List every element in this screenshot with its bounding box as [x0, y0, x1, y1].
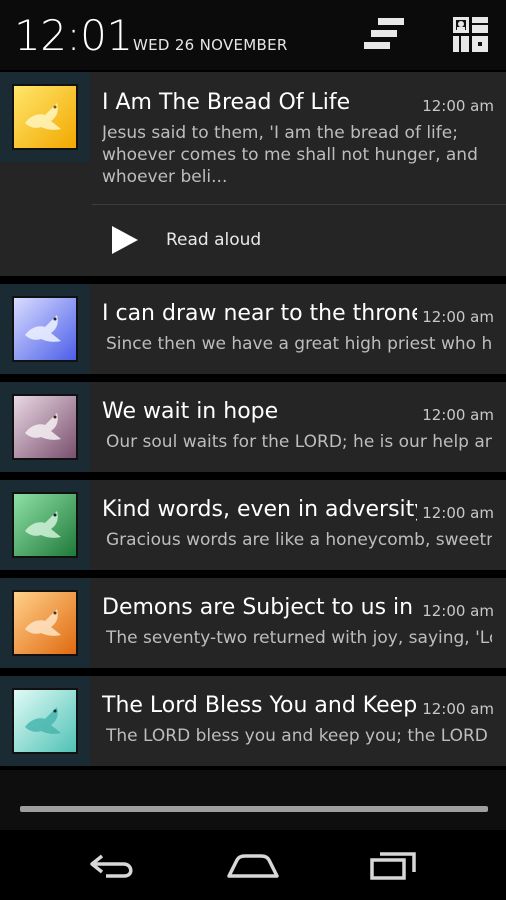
dove-icon	[25, 315, 61, 342]
notification-time: 12:00 am	[422, 406, 494, 424]
recents-icon	[370, 852, 416, 880]
notification-time: 12:00 am	[422, 97, 494, 115]
notification-body: Gracious words are like a honeycomb, swe…	[106, 530, 492, 550]
notification-icon-column	[0, 480, 90, 570]
recents-button[interactable]	[364, 846, 424, 886]
clear-all-button[interactable]	[358, 14, 406, 58]
dove-icon	[25, 103, 61, 130]
notification-body: Jesus said to them, 'I am the bread of l…	[102, 123, 478, 187]
back-button[interactable]	[82, 846, 142, 886]
home-icon	[227, 854, 279, 878]
notification-item[interactable]: Kind words, even in adversity 12:00 am G…	[0, 480, 506, 570]
clock: 12:01	[14, 11, 133, 60]
quick-settings-icon	[453, 17, 488, 52]
notification-thumbnail	[12, 492, 78, 558]
notification-time: 12:00 am	[422, 700, 494, 718]
notification-title: Demons are Subject to us in	[102, 595, 414, 620]
notification-title: We wait in hope	[102, 399, 279, 424]
notification-body: The seventy-two returned with joy, sayin…	[106, 628, 492, 648]
notification-time: 12:00 am	[422, 602, 494, 620]
notification-title: I Am The Bread Of Life	[102, 90, 351, 115]
notification-icon-column	[0, 284, 90, 374]
notification-thumbnail	[12, 84, 78, 150]
notification-thumbnail	[12, 394, 78, 460]
notification-time: 12:00 am	[422, 308, 494, 326]
notification-icon-column	[0, 578, 90, 668]
notification-title: The Lord Bless You and Keep	[102, 693, 417, 718]
notification-body: Our soul waits for the LORD; he is our h…	[106, 432, 492, 452]
notification-title: I can draw near to the throne	[102, 301, 417, 326]
notification-item[interactable]: Demons are Subject to us in 12:00 am The…	[0, 578, 506, 668]
dove-icon	[25, 609, 61, 636]
play-icon	[112, 226, 138, 254]
notification-thumbnail	[12, 296, 78, 362]
notification-icon-column	[0, 382, 90, 472]
back-icon	[90, 854, 133, 878]
shade-bottom	[0, 770, 506, 830]
notification-body: Since then we have a great high priest w…	[106, 334, 492, 354]
read-aloud-action[interactable]: Read aloud	[96, 218, 396, 262]
notification-item[interactable]: The Lord Bless You and Keep 12:00 am The…	[0, 676, 506, 766]
quick-settings-button[interactable]	[446, 14, 494, 58]
dove-icon	[25, 413, 61, 440]
action-divider	[92, 204, 506, 205]
notification-item[interactable]: I Am The Bread Of Life 12:00 am Jesus sa…	[0, 72, 506, 276]
date: WED 26 NOVEMBER	[133, 36, 288, 54]
notification-icon-column	[0, 72, 90, 162]
dove-icon	[25, 511, 61, 538]
notification-header: 12:01 WED 26 NOVEMBER	[0, 0, 506, 70]
notification-title: Kind words, even in adversity	[102, 497, 417, 522]
notification-icon-column	[0, 676, 90, 766]
notification-time: 12:00 am	[422, 504, 494, 522]
notification-body: The LORD bless you and keep you; the LOR…	[106, 726, 488, 746]
notification-thumbnail	[12, 590, 78, 656]
navigation-bar	[0, 832, 506, 900]
notification-thumbnail	[12, 688, 78, 754]
home-button[interactable]	[223, 846, 283, 886]
read-aloud-label: Read aloud	[166, 230, 262, 250]
shade-drag-handle[interactable]	[20, 806, 488, 812]
notification-item[interactable]: We wait in hope 12:00 am Our soul waits …	[0, 382, 506, 472]
dove-icon	[25, 707, 61, 734]
clear-all-icon	[364, 18, 404, 49]
notification-item[interactable]: I can draw near to the throne 12:00 am S…	[0, 284, 506, 374]
